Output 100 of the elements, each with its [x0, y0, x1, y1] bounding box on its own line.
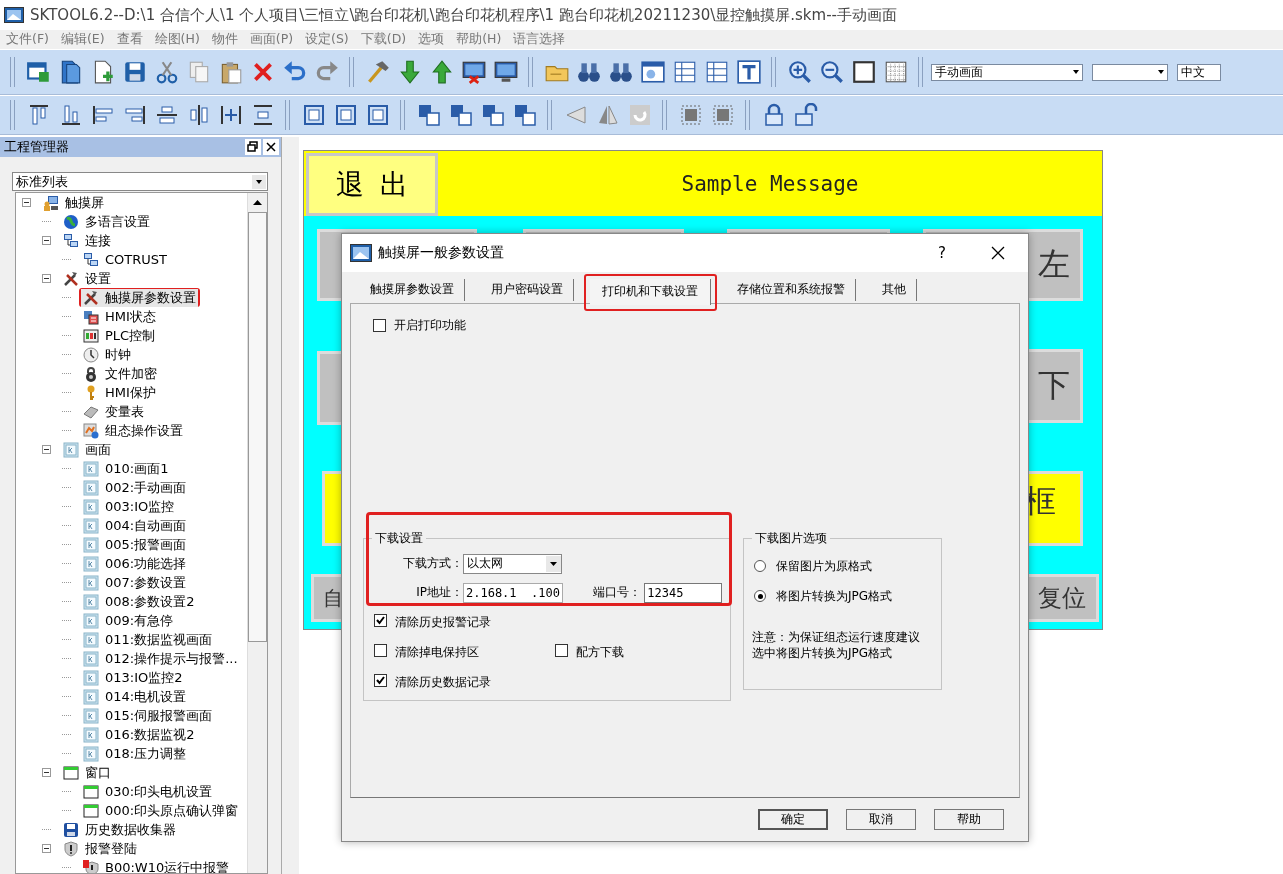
align-center-icon[interactable] — [187, 103, 211, 127]
menu-item[interactable]: 帮助(H) — [456, 31, 502, 48]
collapse-toggle[interactable] — [42, 236, 51, 245]
layers-icon[interactable] — [449, 103, 473, 127]
menu-item[interactable]: 绘图(H) — [154, 31, 200, 48]
group-icon[interactable] — [679, 103, 703, 127]
close-icon[interactable] — [263, 139, 279, 155]
align-top-icon[interactable] — [27, 103, 51, 127]
close-icon[interactable] — [990, 245, 1006, 261]
dialog-button[interactable]: 确定 — [758, 809, 828, 830]
caret-icon[interactable] — [546, 555, 561, 572]
tree-item[interactable]: 触摸屏参数设置 — [81, 288, 198, 307]
tree-item[interactable]: 010:画面1 — [81, 459, 171, 478]
menu-item[interactable]: 设定(S) — [305, 31, 349, 48]
exit-button[interactable]: 退出 — [306, 153, 438, 216]
tree-item[interactable]: 时钟 — [81, 345, 133, 364]
tree-item[interactable]: 窗口 — [61, 763, 113, 782]
collapse-toggle[interactable] — [42, 768, 51, 777]
tree-item[interactable]: 003:IO监控 — [81, 497, 177, 516]
frame-icon[interactable] — [302, 103, 326, 127]
menu-item[interactable]: 文件(F) — [6, 31, 49, 48]
menu-item[interactable]: 下载(D) — [360, 31, 407, 48]
tree-item[interactable]: 005:报警画面 — [81, 535, 189, 554]
tree-item[interactable]: 004:自动画面 — [81, 516, 189, 535]
tree-item[interactable]: 015:伺服报警画面 — [81, 706, 215, 725]
radio-button[interactable] — [754, 560, 766, 572]
tree-item[interactable]: COTRUST — [81, 251, 169, 268]
tree-item[interactable]: 设置 — [61, 269, 113, 288]
frame-icon[interactable] — [366, 103, 390, 127]
unlock-icon[interactable] — [794, 103, 818, 127]
tree-item[interactable]: 009:有急停 — [81, 611, 176, 630]
square-icon[interactable] — [851, 59, 877, 85]
tree-item[interactable]: 连接 — [61, 231, 113, 250]
menu-item[interactable]: 物件 — [211, 31, 238, 48]
tree-item[interactable]: 016:数据监视2 — [81, 725, 197, 744]
checkbox[interactable] — [373, 318, 386, 332]
collapse-toggle[interactable] — [42, 445, 51, 454]
tree-item[interactable]: 报警登陆 — [61, 839, 139, 858]
download-arrow-icon[interactable] — [397, 59, 423, 85]
checkbox[interactable] — [374, 674, 387, 687]
checkbox[interactable] — [374, 644, 387, 657]
flip-icon[interactable] — [596, 103, 620, 127]
distribute-icon[interactable] — [251, 103, 275, 127]
collapse-toggle[interactable] — [42, 274, 51, 283]
save-icon[interactable] — [122, 59, 148, 85]
distribute-icon[interactable] — [219, 103, 243, 127]
radio-button[interactable] — [754, 590, 766, 602]
collapse-toggle[interactable] — [42, 844, 51, 853]
tree-item[interactable]: 变量表 — [81, 402, 146, 421]
menu-item[interactable]: 编辑(E) — [60, 31, 105, 48]
checkbox[interactable] — [555, 644, 568, 657]
help-button[interactable]: ? — [934, 244, 950, 262]
ip-address-field[interactable]: 2.168.1 .100 — [463, 582, 563, 603]
zoom-in-icon[interactable] — [787, 59, 813, 85]
tree-item[interactable]: HMI状态 — [81, 307, 158, 326]
layers-icon[interactable] — [481, 103, 505, 127]
text-icon[interactable] — [736, 59, 762, 85]
monitor-cross-icon[interactable] — [461, 59, 487, 85]
align-bottom-icon[interactable] — [59, 103, 83, 127]
new-window-icon[interactable] — [26, 59, 52, 85]
menu-item[interactable]: 查看 — [116, 31, 143, 48]
tree-item[interactable]: 008:参数设置2 — [81, 592, 197, 611]
tree-item[interactable]: 画面 — [61, 440, 113, 459]
tree-item[interactable]: 007:参数设置 — [81, 573, 189, 592]
zoom-out-icon[interactable] — [819, 59, 845, 85]
window-icon[interactable] — [640, 59, 666, 85]
tree-item[interactable]: 014:电机设置 — [81, 687, 189, 706]
align-middle-icon[interactable] — [155, 103, 179, 127]
tree-item[interactable]: 030:印头电机设置 — [81, 782, 215, 801]
align-right-icon[interactable] — [123, 103, 147, 127]
tab[interactable]: 打印机和下载设置 — [590, 279, 711, 305]
tree-item[interactable]: B00:W10运行中报警 — [81, 858, 232, 873]
dialog-button[interactable]: 帮助 — [934, 809, 1004, 830]
tree-item[interactable]: 多语言设置 — [61, 212, 152, 231]
menu-item[interactable]: 语言选择 — [513, 31, 566, 48]
language-dropdown[interactable]: 中文 — [1177, 63, 1221, 81]
tree-item[interactable]: 002:手动画面 — [81, 478, 189, 497]
method-dropdown[interactable]: 以太网 — [463, 553, 562, 574]
screen-dropdown[interactable]: 手动画面 — [931, 63, 1083, 81]
tree-item[interactable]: 文件加密 — [81, 364, 159, 383]
view-dropdown[interactable]: 标准列表 — [12, 172, 268, 191]
grid-icon[interactable] — [883, 59, 909, 85]
menu-item[interactable]: 选项 — [418, 31, 445, 48]
layers-icon[interactable] — [513, 103, 537, 127]
tree-item[interactable]: 组态操作设置 — [81, 421, 185, 440]
tree-item[interactable]: 018:压力调整 — [81, 744, 189, 763]
restore-icon[interactable] — [245, 139, 261, 155]
tree-item[interactable]: 011:数据监视画面 — [81, 630, 215, 649]
cut-icon[interactable] — [154, 59, 180, 85]
dialog-button[interactable]: 取消 — [846, 809, 916, 830]
tree-item[interactable]: 006:功能选择 — [81, 554, 189, 573]
layers-icon[interactable] — [417, 103, 441, 127]
checkbox[interactable] — [374, 614, 387, 627]
tree-item[interactable]: HMI保护 — [81, 383, 158, 402]
tree-item[interactable]: 012:操作提示与报警... — [81, 649, 240, 668]
upload-arrow-icon[interactable] — [429, 59, 455, 85]
port-field[interactable]: 12345 — [644, 582, 722, 603]
lock-icon[interactable] — [762, 103, 786, 127]
table-icon[interactable] — [672, 59, 698, 85]
frame-icon[interactable] — [334, 103, 358, 127]
